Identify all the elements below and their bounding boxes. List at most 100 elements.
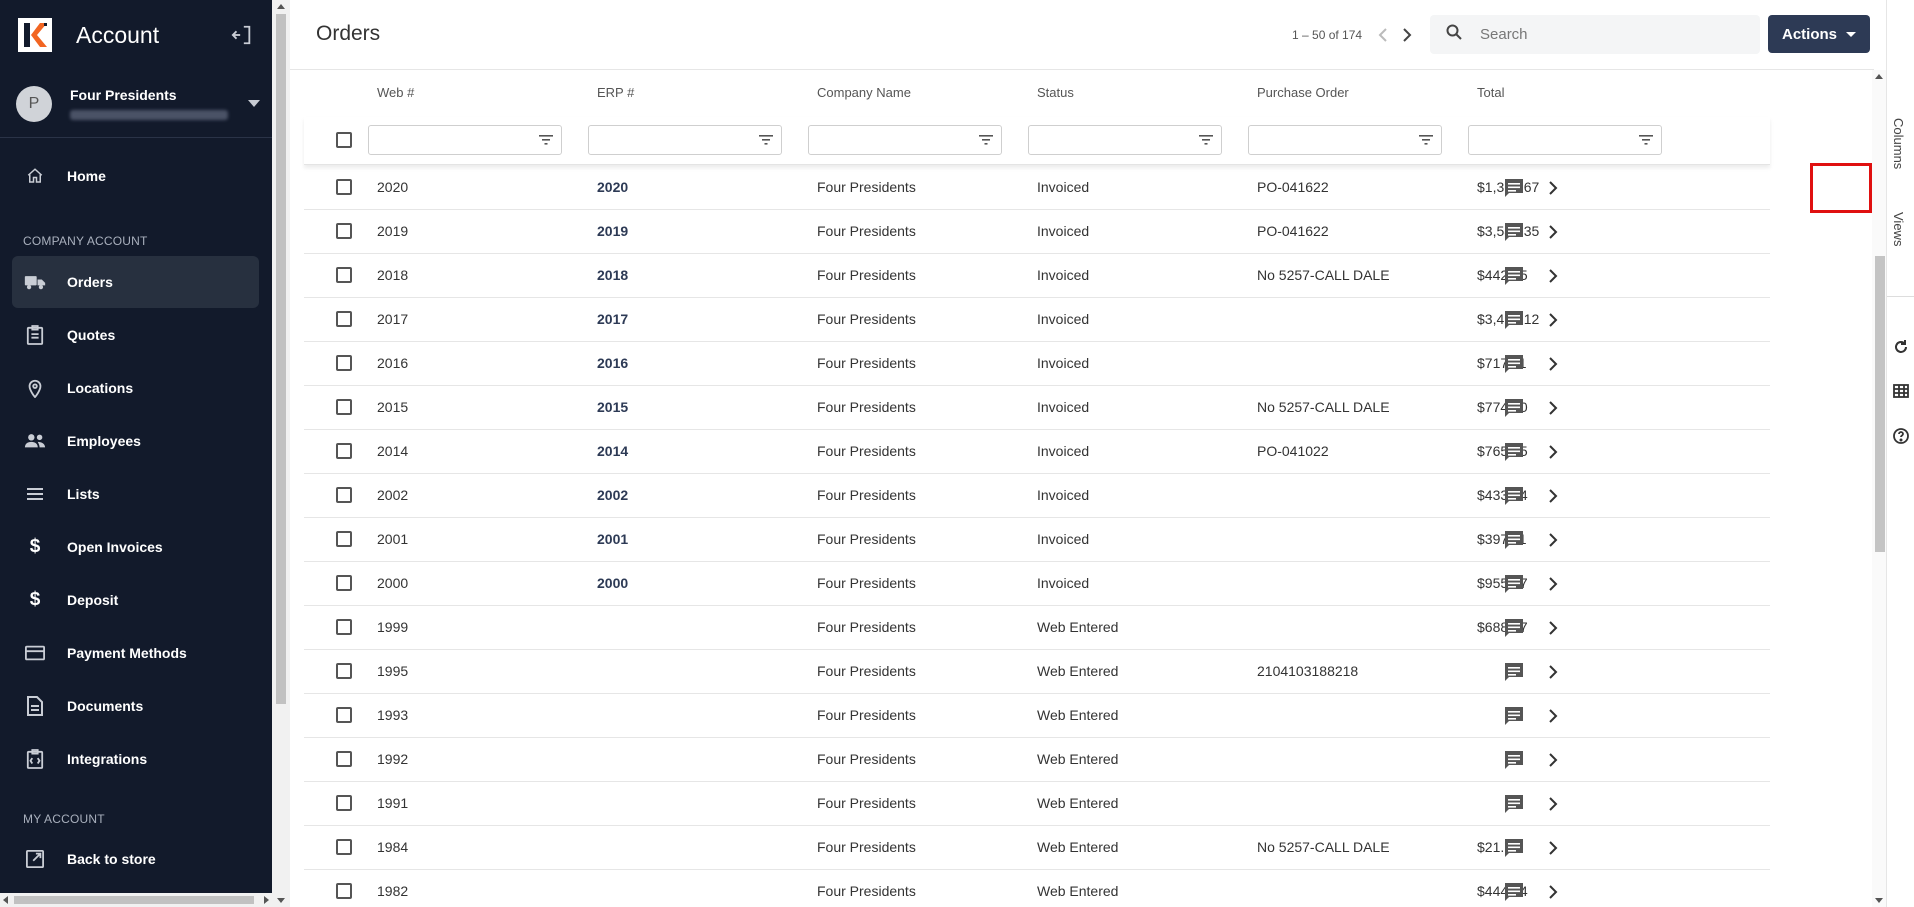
scroll-right-icon[interactable]: [264, 896, 269, 904]
scroll-down-icon[interactable]: [1875, 898, 1883, 903]
filter-input-purchase-order[interactable]: [1248, 125, 1442, 155]
chevron-right-icon[interactable]: [1542, 881, 1564, 903]
comment-icon[interactable]: [1503, 573, 1525, 595]
search-box[interactable]: [1430, 15, 1760, 54]
filter-input-erp[interactable]: [588, 125, 782, 155]
help-icon[interactable]: [1891, 426, 1911, 446]
scroll-left-icon[interactable]: [3, 896, 8, 904]
sidebar-item-lists[interactable]: Lists: [12, 468, 259, 520]
row-checkbox[interactable]: [336, 355, 352, 371]
row-checkbox[interactable]: [336, 663, 352, 679]
chevron-right-icon[interactable]: [1542, 485, 1564, 507]
comment-icon[interactable]: [1503, 265, 1525, 287]
filter-input-web[interactable]: [368, 125, 562, 155]
chevron-right-icon[interactable]: [1542, 705, 1564, 727]
row-checkbox[interactable]: [336, 311, 352, 327]
sidebar-item-integrations[interactable]: Integrations: [12, 733, 259, 785]
cell-erp[interactable]: 2019: [597, 223, 628, 239]
comment-icon[interactable]: [1503, 793, 1525, 815]
comment-icon[interactable]: [1503, 837, 1525, 859]
sidebar-item-deposit[interactable]: $ Deposit: [12, 574, 259, 626]
table-row[interactable]: 2002 2002 Four Presidents Invoiced $433.94: [304, 474, 1770, 518]
comment-icon[interactable]: [1503, 353, 1525, 375]
table-row[interactable]: 1993 Four Presidents Web Entered: [304, 694, 1770, 738]
table-row[interactable]: 2000 2000 Four Presidents Invoiced $955.77: [304, 562, 1770, 606]
row-checkbox[interactable]: [336, 883, 352, 899]
column-header-status[interactable]: Status: [1037, 85, 1074, 100]
comment-icon[interactable]: [1503, 441, 1525, 463]
column-header-company[interactable]: Company Name: [817, 85, 911, 100]
chevron-right-icon[interactable]: [1542, 617, 1564, 639]
table-row[interactable]: 2001 2001 Four Presidents Invoiced $397.11: [304, 518, 1770, 562]
row-checkbox[interactable]: [336, 399, 352, 415]
cell-erp[interactable]: 2001: [597, 531, 628, 547]
chevron-right-icon[interactable]: [1542, 573, 1564, 595]
column-header-web[interactable]: Web #: [377, 85, 414, 100]
sidebar-item-quotes[interactable]: Quotes: [12, 309, 259, 361]
scrollbar-thumb[interactable]: [276, 14, 286, 704]
chevron-right-icon[interactable]: [1542, 177, 1564, 199]
comment-icon[interactable]: [1503, 309, 1525, 331]
scrollbar-thumb[interactable]: [14, 896, 254, 904]
search-input[interactable]: [1480, 26, 1740, 43]
filter-input-total[interactable]: [1468, 125, 1662, 155]
row-checkbox[interactable]: [336, 751, 352, 767]
cell-erp[interactable]: 2017: [597, 311, 628, 327]
sidebar-item-orders[interactable]: Orders: [12, 256, 259, 308]
filter-icon[interactable]: [979, 134, 993, 146]
chevron-right-icon[interactable]: [1542, 309, 1564, 331]
cell-erp[interactable]: 2014: [597, 443, 628, 459]
filter-icon[interactable]: [1639, 134, 1653, 146]
row-checkbox[interactable]: [336, 223, 352, 239]
table-row[interactable]: 1984 Four Presidents Web Entered No 5257-CA…: [304, 826, 1770, 870]
column-header-erp[interactable]: ERP #: [597, 85, 634, 100]
chevron-right-icon[interactable]: [1542, 221, 1564, 243]
table-row[interactable]: 2015 2015 Four Presidents Invoiced No 5257-C…: [304, 386, 1770, 430]
chevron-right-icon[interactable]: [1542, 837, 1564, 859]
row-checkbox[interactable]: [336, 575, 352, 591]
column-header-total[interactable]: Total: [1477, 85, 1504, 100]
row-checkbox[interactable]: [336, 487, 352, 503]
sidebar-horizontal-scrollbar[interactable]: [0, 893, 272, 907]
grid-icon[interactable]: [1891, 381, 1911, 401]
table-row[interactable]: 1995 Four Presidents Web Entered 2104103188…: [304, 650, 1770, 694]
table-row[interactable]: 2018 2018 Four Presidents Invoiced No 5257-C…: [304, 254, 1770, 298]
table-row[interactable]: 1992 Four Presidents Web Entered: [304, 738, 1770, 782]
filter-icon[interactable]: [539, 134, 553, 146]
scroll-down-icon[interactable]: [277, 898, 285, 903]
actions-button[interactable]: Actions: [1768, 15, 1870, 53]
table-row[interactable]: 2014 2014 Four Presidents Invoiced PO-041022…: [304, 430, 1770, 474]
cell-erp[interactable]: 2020: [597, 179, 628, 195]
chevron-right-icon[interactable]: [1397, 24, 1417, 46]
chevron-left-icon[interactable]: [1373, 24, 1393, 46]
row-checkbox[interactable]: [336, 707, 352, 723]
filter-icon[interactable]: [759, 134, 773, 146]
table-row[interactable]: 20172017Four PresidentsInvoiced$3,419.12: [304, 298, 1770, 342]
table-row[interactable]: 1982 Four Presidents Web Entered $444.74: [304, 870, 1770, 907]
chevron-right-icon[interactable]: [1542, 793, 1564, 815]
scroll-up-icon[interactable]: [277, 4, 285, 9]
comment-icon[interactable]: [1503, 397, 1525, 419]
sidebar-vertical-scrollbar[interactable]: [272, 0, 290, 907]
comment-icon[interactable]: [1503, 485, 1525, 507]
scroll-up-icon[interactable]: [1875, 74, 1883, 79]
column-header-purchase-order[interactable]: Purchase Order: [1257, 85, 1349, 100]
sidebar-item-documents[interactable]: Documents: [12, 680, 259, 732]
cell-erp[interactable]: 2018: [597, 267, 628, 283]
sidebar-item-open-invoices[interactable]: $ Open Invoices: [12, 521, 259, 573]
table-row[interactable]: 2016 2016 Four Presidents Invoiced $717.11: [304, 342, 1770, 386]
row-checkbox[interactable]: [336, 795, 352, 811]
refresh-icon[interactable]: [1891, 337, 1911, 357]
row-checkbox[interactable]: [336, 179, 352, 195]
chevron-right-icon[interactable]: [1542, 441, 1564, 463]
filter-input-status[interactable]: [1028, 125, 1222, 155]
sidebar-item-payment-methods[interactable]: Payment Methods: [12, 627, 259, 679]
rail-tab-views[interactable]: Views: [1891, 212, 1906, 246]
chevron-right-icon[interactable]: [1542, 529, 1564, 551]
table-row[interactable]: 1999 Four Presidents Web Entered $688.47: [304, 606, 1770, 650]
filter-icon[interactable]: [1199, 134, 1213, 146]
row-checkbox[interactable]: [336, 443, 352, 459]
table-vertical-scrollbar[interactable]: [1872, 70, 1886, 907]
logo-icon[interactable]: [18, 18, 52, 52]
comment-icon[interactable]: [1503, 661, 1525, 683]
